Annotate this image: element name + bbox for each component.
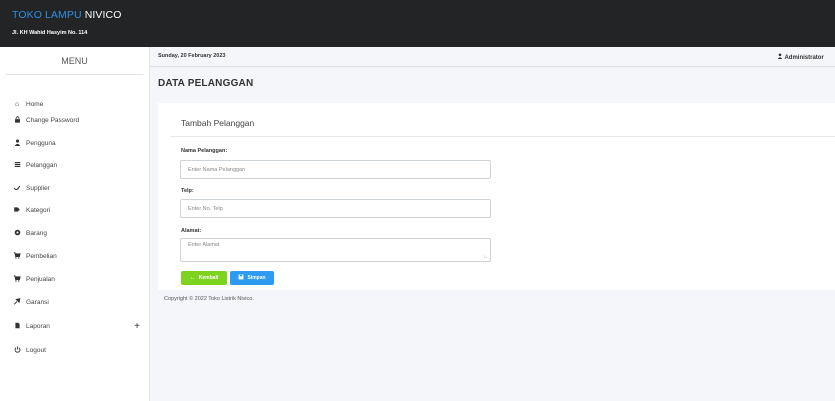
user-name: Administrator bbox=[784, 55, 824, 61]
sidebar-item-label: Pelanggan bbox=[26, 161, 58, 169]
top-header: TOKO LAMPU NIVICO Jl. KH Wahid Hasyim No… bbox=[0, 0, 835, 47]
expand-plus-icon[interactable]: + bbox=[134, 321, 140, 332]
file-icon bbox=[12, 322, 22, 331]
tag-icon bbox=[12, 206, 22, 215]
sidebar-item-pelanggan[interactable]: Pelanggan bbox=[12, 158, 144, 172]
telp-input[interactable]: Enter No. Telp bbox=[180, 199, 491, 218]
user-menu[interactable]: Administrator bbox=[777, 53, 824, 61]
sidebar-menu-title: MENU bbox=[6, 47, 143, 75]
brand-name-part2: NIVICO bbox=[84, 9, 122, 21]
save-button[interactable]: Simpan bbox=[230, 271, 274, 285]
lock-icon bbox=[12, 115, 22, 125]
home-icon: ⌂ bbox=[14, 100, 20, 108]
brand-name-part1: TOKO LAMPU bbox=[12, 9, 85, 21]
sidebar-item-garansi[interactable]: Garansi bbox=[12, 295, 144, 309]
page-title: DATA PELANGGAN bbox=[158, 78, 254, 89]
save-button-label: Simpan bbox=[247, 275, 266, 281]
sidebar-item-kategori[interactable]: Kategori bbox=[12, 203, 144, 217]
cart-icon bbox=[12, 251, 22, 261]
back-button-label: Kembali bbox=[198, 275, 219, 281]
box-icon bbox=[12, 229, 22, 238]
sidebar-item-label: Pembelian bbox=[26, 252, 57, 260]
sidebar-item-change-password[interactable]: Change Password bbox=[12, 113, 144, 127]
store-address: Jl. KH Wahid Hasyim No. 114 bbox=[12, 30, 88, 36]
sidebar-item-label: Supplier bbox=[26, 184, 50, 192]
save-icon bbox=[238, 274, 244, 282]
sidebar-item-label: Laporan bbox=[26, 322, 50, 330]
sidebar-item-pengguna[interactable]: Pengguna bbox=[12, 136, 144, 150]
sidebar-item-label: Pengguna bbox=[26, 139, 56, 147]
sidebar-item-barang[interactable]: Barang bbox=[12, 226, 144, 240]
sidebar: MENU ⌂ Home Change Password Pengguna Pel… bbox=[0, 47, 150, 401]
current-date: Sunday, 20 February 2023 bbox=[158, 53, 226, 59]
user-icon bbox=[12, 139, 22, 148]
list-icon bbox=[12, 161, 22, 170]
sidebar-item-laporan[interactable]: Laporan + bbox=[12, 319, 144, 333]
telp-label: Telp: bbox=[181, 188, 194, 194]
date-bar: Sunday, 20 February 2023 Administrator bbox=[150, 47, 835, 67]
resize-handle-icon[interactable]: ∟ bbox=[483, 254, 488, 260]
store-brand[interactable]: TOKO LAMPU NIVICO bbox=[12, 9, 121, 21]
sidebar-item-label: Kategori bbox=[26, 206, 51, 214]
sidebar-item-label: Change Password bbox=[26, 116, 80, 124]
alamat-placeholder: Enter Alamat bbox=[188, 242, 220, 248]
divider bbox=[170, 136, 835, 137]
shield-icon bbox=[12, 297, 22, 307]
sidebar-item-label: Home bbox=[26, 100, 44, 108]
sidebar-item-pembelian[interactable]: Pembelian bbox=[12, 249, 144, 263]
power-icon bbox=[12, 345, 22, 355]
cart-icon bbox=[12, 274, 22, 284]
alamat-textarea[interactable]: Enter Alamat ∟ bbox=[180, 238, 491, 262]
sidebar-item-label: Logout bbox=[26, 346, 46, 354]
arrow-left-icon: ← bbox=[189, 275, 196, 281]
sidebar-item-label: Barang bbox=[26, 229, 47, 237]
back-button[interactable]: ← Kembali bbox=[181, 271, 227, 285]
footer-copyright: Copyright © 2022 Toko Listrik Nivico. bbox=[164, 296, 254, 302]
sidebar-item-logout[interactable]: Logout bbox=[12, 343, 144, 357]
sidebar-item-home[interactable]: ⌂ Home bbox=[12, 97, 144, 111]
form-title: Tambah Pelanggan bbox=[181, 118, 255, 128]
nama-pelanggan-input[interactable]: Enter Nama Pelanggan bbox=[180, 160, 491, 179]
nama-pelanggan-label: Nama Pelanggan: bbox=[181, 148, 228, 154]
sidebar-item-penjualan[interactable]: Penjualan bbox=[12, 272, 144, 286]
sidebar-item-label: Penjualan bbox=[26, 275, 55, 283]
sidebar-item-label: Garansi bbox=[26, 298, 49, 306]
alamat-label: Alamat: bbox=[181, 228, 202, 234]
sidebar-item-supplier[interactable]: Supplier bbox=[12, 181, 144, 195]
wrench-icon bbox=[12, 184, 22, 193]
content-background bbox=[150, 306, 835, 401]
